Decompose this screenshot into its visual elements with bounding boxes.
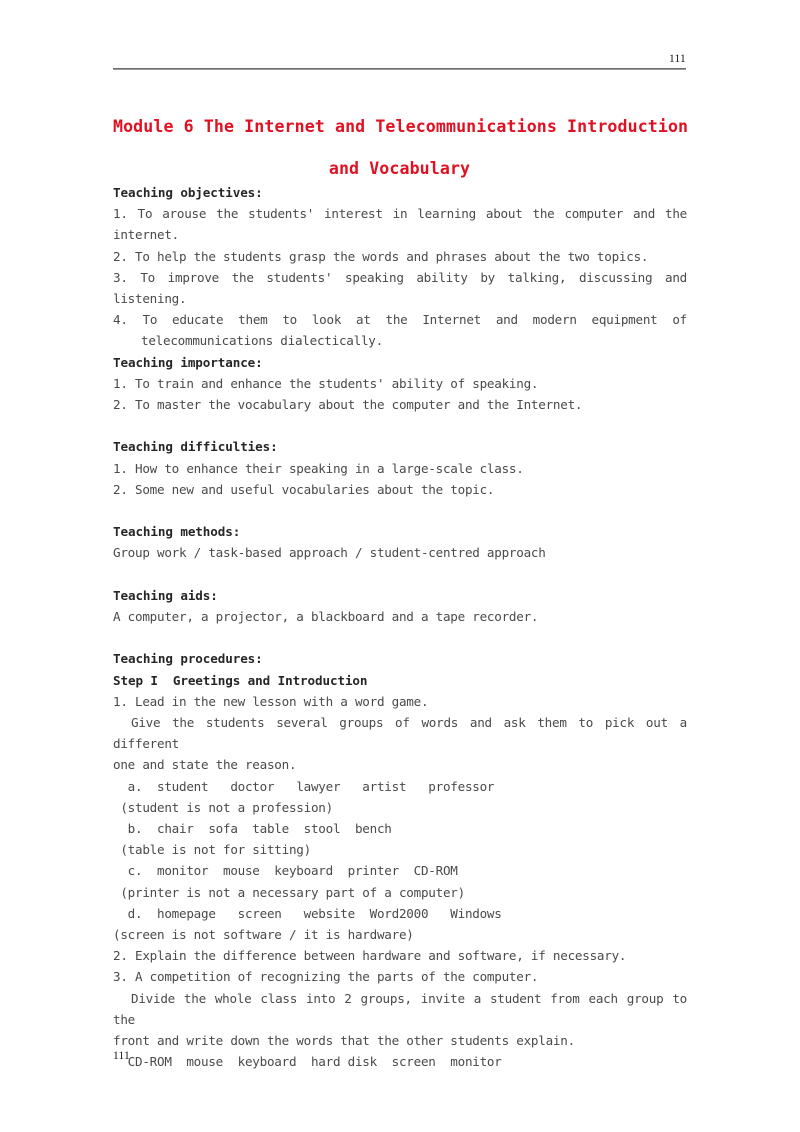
- difficulties-item-2: 2. Some new and useful vocabularies abou…: [113, 481, 495, 497]
- procedures-item-2: 2. Explain the difference between hardwa…: [113, 948, 627, 964]
- objectives-item-2: 2. To help the students grasp the words …: [113, 248, 649, 264]
- title-line-1: Module 6 The Internet and Telecommunicat…: [113, 117, 689, 136]
- procedures-item-1: 1. Lead in the new lesson with a word ga…: [113, 693, 429, 709]
- word-group-d-answer: (screen is not software / it is hardware…: [113, 927, 414, 943]
- word-group-c: c. monitor mouse keyboard printer CD-ROM: [113, 863, 458, 879]
- footer-page-number: 111: [113, 1050, 130, 1062]
- heading-teaching-difficulties: Teaching difficulties:: [113, 439, 278, 455]
- word-group-d: d. homepage screen website Word2000 Wind…: [113, 905, 502, 921]
- heading-teaching-aids: Teaching aids:: [113, 587, 218, 603]
- computer-parts-word-list: CD-ROM mouse keyboard hard disk screen m…: [113, 1054, 502, 1070]
- procedures-item-1-body-line-1: Give the students several groups of word…: [113, 715, 687, 752]
- objectives-item-1: 1. To arouse the students' interest in l…: [113, 206, 687, 222]
- importance-item-2: 2. To master the vocabulary about the co…: [113, 397, 583, 413]
- objectives-item-1-continuation: internet.: [113, 227, 179, 243]
- word-group-c-answer: (printer is not a necessary part of a co…: [113, 884, 465, 900]
- procedures-item-1-body-line-2: one and state the reason.: [113, 757, 297, 773]
- document-body: Teaching objectives: 1. To arouse the st…: [113, 182, 687, 1072]
- word-group-a: a. student doctor lawyer artist professo…: [113, 778, 495, 794]
- header-divider: [113, 68, 686, 70]
- word-group-b: b. chair sofa table stool bench: [113, 821, 392, 837]
- heading-step-1: Step I Greetings and Introduction: [113, 672, 368, 688]
- objectives-item-4: 4. To educate them to look at the Intern…: [113, 312, 687, 328]
- document-title: Module 6 The Internet and Telecommunicat…: [113, 106, 689, 190]
- heading-teaching-importance: Teaching importance:: [113, 354, 263, 370]
- aids-body: A computer, a projector, a blackboard an…: [113, 609, 539, 625]
- heading-teaching-methods: Teaching methods:: [113, 524, 241, 540]
- page-header: 111: [113, 52, 686, 70]
- heading-teaching-objectives: Teaching objectives:: [113, 185, 263, 200]
- importance-item-1: 1. To train and enhance the students' ab…: [113, 375, 539, 391]
- objectives-item-3-continuation: listening.: [113, 291, 187, 307]
- objectives-item-3: 3. To improve the students' speaking abi…: [113, 269, 687, 285]
- heading-teaching-procedures: Teaching procedures:: [113, 651, 263, 667]
- methods-body: Group work / task-based approach / stude…: [113, 545, 546, 561]
- objectives-item-4-continuation: telecommunications dialectically.: [141, 333, 383, 349]
- procedures-item-3-body-line-1: Divide the whole class into 2 groups, in…: [113, 990, 687, 1027]
- procedures-item-3-body-line-2: front and write down the words that the …: [113, 1033, 575, 1049]
- procedures-item-3: 3. A competition of recognizing the part…: [113, 969, 539, 985]
- header-page-number: 111: [669, 53, 686, 65]
- document-page: 111 Module 6 The Internet and Telecommun…: [0, 0, 800, 1132]
- word-group-a-answer: (student is not a profession): [113, 799, 333, 815]
- difficulties-item-1: 1. How to enhance their speaking in a la…: [113, 460, 524, 476]
- word-group-b-answer: (table is not for sitting): [113, 842, 311, 858]
